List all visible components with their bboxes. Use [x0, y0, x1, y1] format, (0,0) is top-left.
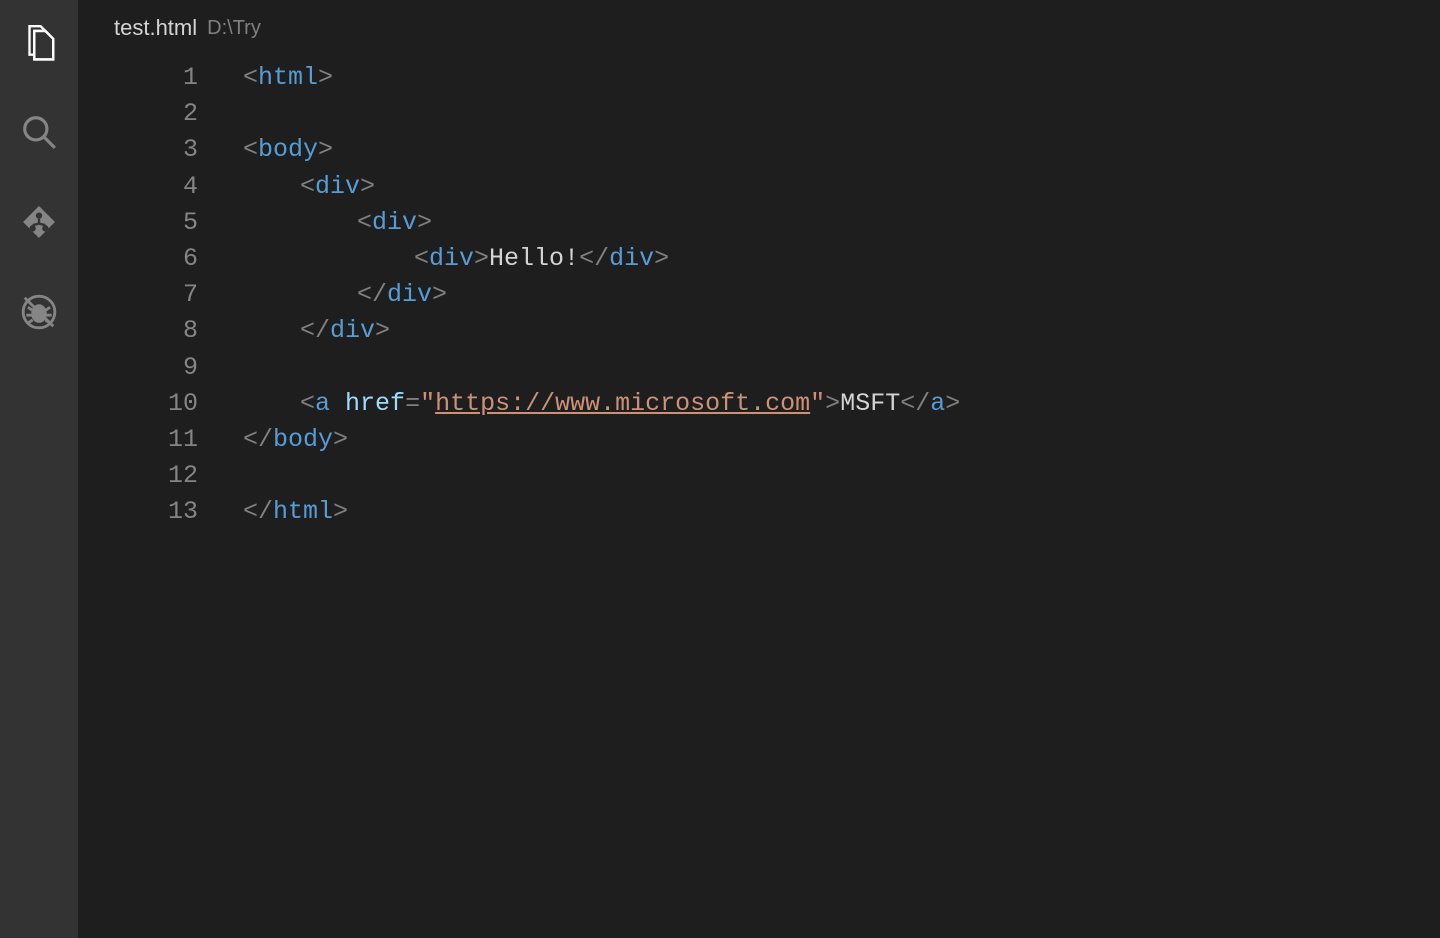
code-line[interactable]: </div> — [243, 313, 1440, 349]
activity-bar — [0, 0, 78, 938]
code-line[interactable] — [243, 96, 1440, 132]
editor-area: test.html D:\Try 1 2 3 4 5 6 7 8 9 10 11… — [78, 0, 1440, 938]
code-line[interactable]: <body> — [243, 132, 1440, 168]
code-line[interactable]: </body> — [243, 422, 1440, 458]
code-line[interactable]: </html> — [243, 494, 1440, 530]
line-number: 13 — [78, 494, 198, 530]
code-line[interactable]: <div>Hello!</div> — [243, 241, 1440, 277]
line-number: 5 — [78, 205, 198, 241]
line-number: 7 — [78, 277, 198, 313]
tab-filename: test.html — [114, 15, 197, 41]
line-number: 8 — [78, 313, 198, 349]
line-number: 9 — [78, 350, 198, 386]
line-number-gutter: 1 2 3 4 5 6 7 8 9 10 11 12 13 — [78, 60, 243, 938]
line-number: 1 — [78, 60, 198, 96]
line-number: 12 — [78, 458, 198, 494]
line-number: 6 — [78, 241, 198, 277]
code-editor[interactable]: 1 2 3 4 5 6 7 8 9 10 11 12 13 <html> <bo… — [78, 56, 1440, 938]
code-line[interactable]: <div> — [243, 169, 1440, 205]
line-number: 3 — [78, 132, 198, 168]
code-line[interactable]: <a href="https://www.microsoft.com">MSFT… — [243, 386, 1440, 422]
tab-path: D:\Try — [207, 17, 261, 40]
explorer-icon[interactable] — [15, 18, 63, 66]
code-line[interactable]: <html> — [243, 60, 1440, 96]
debug-icon[interactable] — [15, 288, 63, 336]
code-line[interactable]: <div> — [243, 205, 1440, 241]
search-icon[interactable] — [15, 108, 63, 156]
source-control-icon[interactable] — [15, 198, 63, 246]
code-line[interactable] — [243, 458, 1440, 494]
editor-tab[interactable]: test.html D:\Try — [78, 0, 1440, 56]
line-number: 2 — [78, 96, 198, 132]
code-content[interactable]: <html> <body> <div> <div> <div>Hello!</d… — [243, 60, 1440, 938]
line-number: 10 — [78, 386, 198, 422]
code-line[interactable] — [243, 350, 1440, 386]
line-number: 4 — [78, 169, 198, 205]
code-line[interactable]: </div> — [243, 277, 1440, 313]
line-number: 11 — [78, 422, 198, 458]
